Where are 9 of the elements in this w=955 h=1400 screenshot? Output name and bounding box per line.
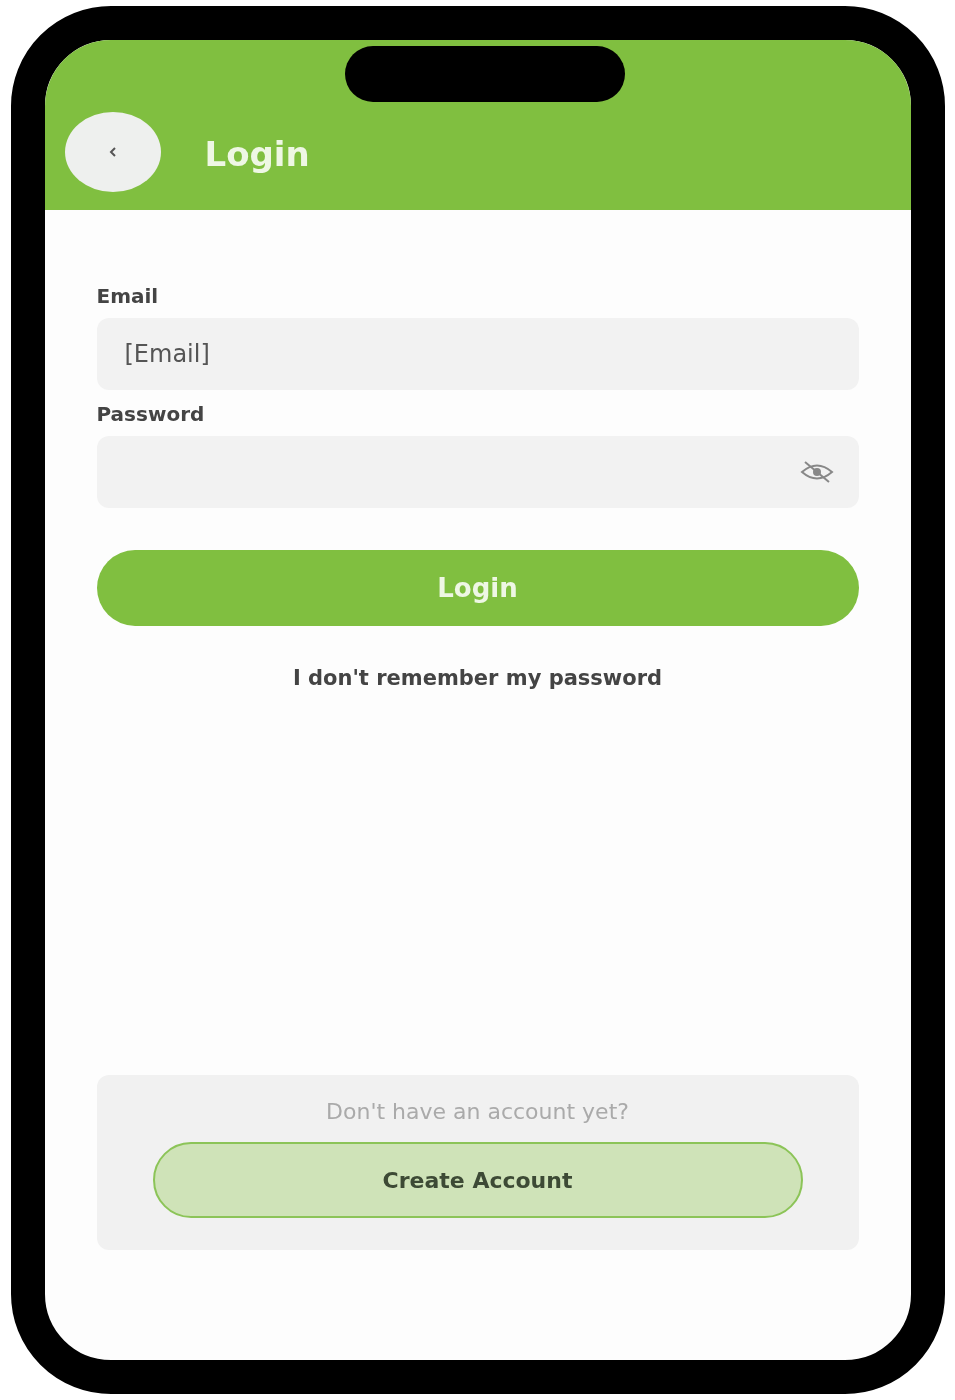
forgot-password-link[interactable]: I don't remember my password (292, 666, 663, 690)
field-label: Password (96, 402, 206, 426)
create-account-button[interactable]: Create Account (152, 1142, 803, 1218)
eye-slash-icon[interactable] (798, 459, 835, 485)
field-label: Email (96, 284, 160, 308)
screen-title: Login (204, 134, 310, 176)
password-field[interactable] (96, 436, 859, 508)
signup-prompt: Don't have an account yet? (326, 1099, 629, 1124)
email-field[interactable]: [Email] (96, 318, 859, 390)
